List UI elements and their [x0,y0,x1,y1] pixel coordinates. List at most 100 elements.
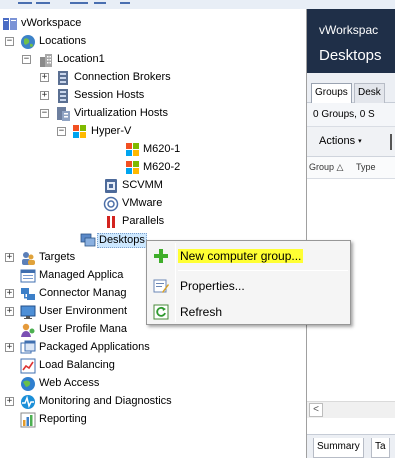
menu-item-refresh[interactable]: Refresh [149,300,348,324]
hyper-v-host-icon [126,161,139,174]
tree-item-location1[interactable]: − Location1 [0,51,306,69]
monitoring-icon [21,395,35,409]
column-header-group[interactable]: Group △ [309,162,343,173]
vmware-icon [103,196,119,212]
tab-tasks[interactable]: Ta [371,438,390,458]
tree-item-web-access[interactable]: Web Access [0,375,306,393]
hyper-v-icon [73,125,86,138]
tree-item-reporting[interactable]: Reporting [0,411,306,429]
tree-item-session-hosts[interactable]: + Session Hosts [0,87,306,105]
tree-item-locations[interactable]: − Locations [0,33,306,51]
tree-item-m620-1[interactable]: M620-1 [0,141,306,159]
tree-label: User Environment [39,305,128,317]
tree-item-m620-2[interactable]: M620-2 [0,159,306,177]
collapse-icon[interactable]: − [40,109,49,118]
expand-icon[interactable]: + [5,307,14,316]
tree-item-vmware[interactable]: VMware [0,195,306,213]
tree-label: Connector Manag [39,287,127,299]
tree-item-hyper-v[interactable]: − Hyper-V [0,123,306,141]
hyper-v-host-icon [126,143,139,156]
expand-icon[interactable]: + [40,91,49,100]
tree-item-monitoring-diagnostics[interactable]: + Monitoring and Diagnostics [0,393,306,411]
building-icon [40,54,52,67]
parallels-icon [107,216,115,228]
packaged-applications-icon [20,340,36,354]
tree-label: Packaged Applications [39,341,150,353]
tree-label: Targets [39,251,76,263]
navigation-tree: vWorkspace − Locations − Location1 + Con… [0,9,306,458]
chevron-down-icon: ▾ [358,138,362,145]
tree-label: Managed Applica [39,269,124,281]
load-balancing-icon [20,358,36,374]
top-toolbar [0,0,395,9]
collapse-icon[interactable]: − [5,37,14,46]
tab-summary[interactable]: Summary [313,438,364,458]
tree-item-load-balancing[interactable]: Load Balancing [0,357,306,375]
menu-separator [178,270,348,271]
targets-icon [22,252,35,265]
desktops-icon [80,233,96,247]
expand-icon[interactable]: + [5,253,14,262]
refresh-icon [153,304,169,320]
menu-item-new-computer-group[interactable]: New computer group... [149,244,348,268]
tree-label: SCVMM [122,179,163,191]
menu-item-label: Refresh [180,305,223,319]
globe-icon [21,35,35,49]
tree-item-connection-brokers[interactable]: + Connection Brokers [0,69,306,87]
scroll-left-button[interactable]: < [309,403,323,417]
expand-icon[interactable]: + [5,343,14,352]
user-profile-icon [21,323,35,337]
context-menu: New computer group... Properties... Refr… [146,240,351,325]
tree-item-vworkspace[interactable]: vWorkspace [0,15,306,33]
scvmm-icon [105,179,117,193]
server-icon [58,89,68,103]
server-icon [58,71,68,85]
menu-item-properties[interactable]: Properties... [149,274,348,298]
expand-icon[interactable]: + [5,289,14,298]
actions-label: Actions [319,135,356,147]
tree-item-virtualization-hosts[interactable]: − Virtualization Hosts [0,105,306,123]
tree-item-packaged-applications[interactable]: + Packaged Applications [0,339,306,357]
expand-icon[interactable]: + [5,397,14,406]
plus-icon [154,249,168,263]
properties-icon [153,279,169,293]
collapse-icon[interactable]: − [22,55,31,64]
details-title-product: vWorkspac [319,23,379,37]
collapse-icon[interactable]: − [57,127,66,136]
tree-label: Hyper-V [91,125,132,137]
tree-label: Monitoring and Diagnostics [39,395,172,407]
tree-label: VMware [122,197,163,209]
tree-label: M620-2 [143,161,181,173]
column-header-type[interactable]: Type [356,162,376,172]
tree-label: Reporting [39,413,87,425]
reporting-icon [20,412,36,428]
menu-item-label: New computer group... [178,249,304,263]
tree-label: Location1 [57,53,105,65]
details-title-node: Desktops [319,47,382,64]
tree-label: User Profile Mana [39,323,128,335]
tree-label: Web Access [39,377,100,389]
expand-icon[interactable]: + [40,73,49,82]
user-environment-icon [20,305,36,319]
tree-label: Session Hosts [74,89,145,101]
toolbar-separator [390,134,392,150]
tree-label: M620-1 [143,143,181,155]
bottom-tabs: Summary Ta [307,434,395,458]
tree-label: Virtualization Hosts [74,107,168,119]
tree-label: Load Balancing [39,359,115,371]
actions-bar: Actions ▾ [307,127,395,157]
details-header: vWorkspac Desktops [307,9,395,73]
tab-desktops[interactable]: Desk [354,83,385,103]
item-count-bar: 0 Groups, 0 S [307,103,395,127]
tree-item-scvmm[interactable]: SCVMM [0,177,306,195]
tab-groups[interactable]: Groups [311,83,352,103]
managed-applications-icon [20,269,36,283]
tree-label-selected: Desktops [97,233,147,248]
horizontal-scrollbar[interactable]: < [307,401,395,418]
tree-label: Parallels [122,215,165,227]
virtualization-host-icon [57,107,70,121]
web-access-icon [21,377,35,391]
connector-icon [21,288,35,300]
tree-item-parallels[interactable]: Parallels [0,213,306,231]
actions-menu-button[interactable]: Actions ▾ [319,135,362,147]
